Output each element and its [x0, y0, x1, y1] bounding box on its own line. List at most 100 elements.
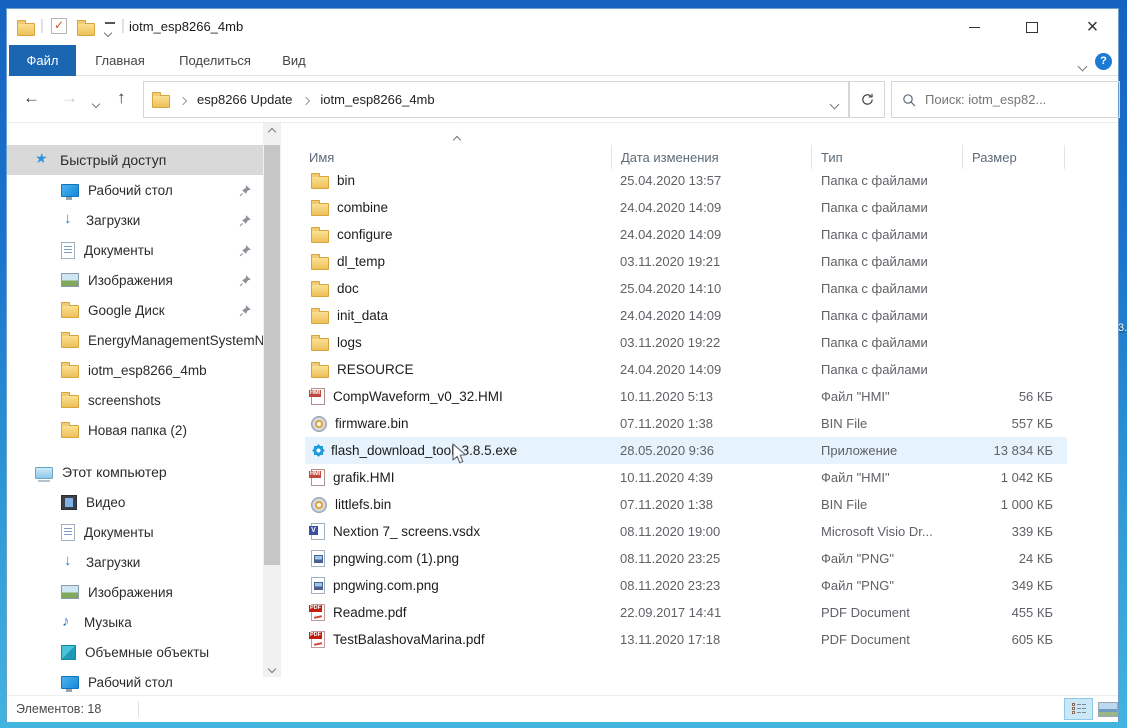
tab-file[interactable]: Файл — [9, 45, 76, 76]
maximize-button[interactable] — [1009, 9, 1054, 45]
file-type: Папка с файлами — [811, 335, 962, 350]
file-date: 24.04.2020 14:09 — [611, 200, 811, 215]
column-header-date[interactable]: Дата изменения — [611, 145, 811, 169]
file-row[interactable]: bin 25.04.2020 13:57 Папка с файлами — [305, 167, 1067, 194]
search-placeholder: Поиск: iotm_esp82... — [925, 92, 1046, 107]
breadcrumb-item[interactable]: esp8266 Update — [197, 92, 292, 107]
file-row[interactable]: littlefs.bin 07.11.2020 1:38 BIN File 1 … — [305, 491, 1067, 518]
file-row[interactable]: doc 25.04.2020 14:10 Папка с файлами — [305, 275, 1067, 302]
sidebar-item[interactable]: Документы — [7, 517, 264, 547]
sidebar-item-label: Объемные объекты — [85, 645, 209, 660]
sidebar-item[interactable]: Google Диск — [7, 295, 264, 325]
file-row[interactable]: CompWaveform_v0_32.HMI 10.11.2020 5:13 Ф… — [305, 383, 1067, 410]
sidebar-item[interactable]: Этот компьютер — [7, 457, 264, 487]
sidebar-item[interactable]: Изображения — [7, 577, 264, 607]
file-row[interactable]: flash_download_tool_3.8.5.exe 28.05.2020… — [305, 437, 1067, 464]
column-header-size[interactable]: Размер — [962, 145, 1064, 169]
tab-view[interactable]: Вид — [271, 45, 317, 76]
file-type: Файл "PNG" — [811, 551, 962, 566]
scroll-up-icon[interactable] — [263, 123, 281, 140]
minimize-button[interactable] — [952, 9, 997, 45]
file-row[interactable]: dl_temp 03.11.2020 19:21 Папка с файлами — [305, 248, 1067, 275]
thumbnails-view-button[interactable] — [1096, 698, 1120, 720]
sidebar-item[interactable]: EnergyManagementSystemN — [7, 325, 264, 355]
help-icon[interactable]: ? — [1095, 53, 1112, 70]
file-row[interactable]: TestBalashovaMarina.pdf 13.11.2020 17:18… — [305, 626, 1067, 653]
folder-icon — [311, 176, 329, 189]
sidebar-item[interactable]: Документы — [7, 235, 264, 265]
documents-icon — [61, 242, 75, 259]
file-name-cell: CompWaveform_v0_32.HMI — [305, 388, 611, 405]
ribbon-collapse-icon[interactable] — [1079, 58, 1086, 73]
scrollbar-thumb[interactable] — [264, 145, 280, 565]
folder-icon — [311, 284, 329, 297]
file-type: Файл "HMI" — [811, 470, 962, 485]
address-dropdown-icon[interactable] — [831, 96, 838, 111]
sidebar-item[interactable]: Изображения — [7, 265, 264, 295]
column-header-name[interactable]: Имя — [299, 145, 611, 169]
file-row[interactable]: pngwing.com.png 08.11.2020 23:23 Файл "P… — [305, 572, 1067, 599]
folder-icon — [311, 338, 329, 351]
folder-icon — [61, 305, 79, 318]
column-header-type[interactable]: Тип — [811, 145, 962, 169]
cube-icon — [61, 645, 76, 660]
mouse-cursor — [452, 443, 469, 467]
folder-icon — [61, 425, 79, 438]
file-row[interactable]: grafik.HMI 10.11.2020 4:39 Файл "HMI" 1 … — [305, 464, 1067, 491]
up-icon[interactable]: ↑ — [117, 88, 126, 108]
back-icon[interactable]: ← — [23, 88, 40, 108]
sidebar-scrollbar[interactable] — [263, 123, 281, 677]
close-button[interactable]: × — [1065, 9, 1120, 45]
file-row[interactable]: firmware.bin 07.11.2020 1:38 BIN File 55… — [305, 410, 1067, 437]
sidebar-item-label: Этот компьютер — [62, 464, 167, 480]
refresh-button[interactable] — [849, 81, 885, 118]
sidebar-item[interactable]: iotm_esp8266_4mb — [7, 355, 264, 385]
file-type: Файл "PNG" — [811, 578, 962, 593]
file-row[interactable]: combine 24.04.2020 14:09 Папка с файлами — [305, 194, 1067, 221]
downloads-icon — [61, 212, 77, 228]
file-row[interactable]: RESOURCE 24.04.2020 14:09 Папка с файлам… — [305, 356, 1067, 383]
properties-checkbox-icon[interactable]: ✓ — [51, 18, 67, 34]
sidebar-item[interactable]: screenshots — [7, 385, 264, 415]
sidebar-item[interactable]: Загрузки — [7, 547, 264, 577]
sidebar-item[interactable]: Быстрый доступ — [7, 145, 264, 175]
file-row[interactable]: logs 03.11.2020 19:22 Папка с файлами — [305, 329, 1067, 356]
file-row[interactable]: pngwing.com (1).png 08.11.2020 23:25 Фай… — [305, 545, 1067, 572]
sidebar-item[interactable]: Новая папка (2) — [7, 415, 264, 445]
sidebar-item-label: Изображения — [88, 585, 173, 600]
quick-access-toolbar-dropdown-icon[interactable] — [105, 22, 115, 34]
file-row[interactable]: Nextion 7_ screens.vsdx 08.11.2020 19:00… — [305, 518, 1067, 545]
file-row[interactable]: Readme.pdf 22.09.2017 14:41 PDF Document… — [305, 599, 1067, 626]
pdf-icon — [311, 631, 325, 648]
sidebar-item-label: Быстрый доступ — [60, 152, 166, 168]
sidebar-item[interactable]: Рабочий стол — [7, 175, 264, 205]
recent-locations-chevron-icon[interactable] — [93, 95, 99, 110]
sidebar-item[interactable]: Музыка — [7, 607, 264, 637]
file-name: logs — [337, 335, 362, 350]
search-input[interactable]: Поиск: iotm_esp82... — [891, 81, 1120, 118]
file-type: Microsoft Visio Dr... — [811, 524, 962, 539]
sidebar-item[interactable]: Загрузки — [7, 205, 264, 235]
file-row[interactable]: configure 24.04.2020 14:09 Папка с файла… — [305, 221, 1067, 248]
sidebar-item[interactable]: Объемные объекты — [7, 637, 264, 667]
breadcrumb-item[interactable]: iotm_esp8266_4mb — [320, 92, 434, 107]
new-folder-icon[interactable] — [77, 23, 95, 36]
file-name: flash_download_tool_3.8.5.exe — [331, 443, 517, 458]
forward-icon[interactable]: → — [61, 88, 78, 108]
tab-share[interactable]: Поделиться — [172, 45, 258, 76]
refresh-icon — [860, 92, 875, 107]
file-name-cell: grafik.HMI — [305, 469, 611, 486]
address-bar[interactable]: esp8266 Update iotm_esp8266_4mb — [143, 81, 849, 118]
sidebar-item-label: Музыка — [84, 615, 132, 630]
scroll-down-icon[interactable] — [263, 660, 281, 677]
file-name-cell: pngwing.com (1).png — [305, 550, 611, 567]
file-date: 24.04.2020 14:09 — [611, 227, 811, 242]
details-view-button[interactable] — [1064, 698, 1093, 720]
tab-home[interactable]: Главная — [85, 45, 155, 76]
divider — [138, 701, 139, 717]
sidebar-item[interactable]: Рабочий стол — [7, 667, 264, 695]
sidebar-item[interactable]: Видео — [7, 487, 264, 517]
file-row[interactable]: init_data 24.04.2020 14:09 Папка с файла… — [305, 302, 1067, 329]
file-date: 24.04.2020 14:09 — [611, 362, 811, 377]
ribbon-tab-bar: Файл Главная Поделиться Вид ? — [7, 45, 1118, 76]
